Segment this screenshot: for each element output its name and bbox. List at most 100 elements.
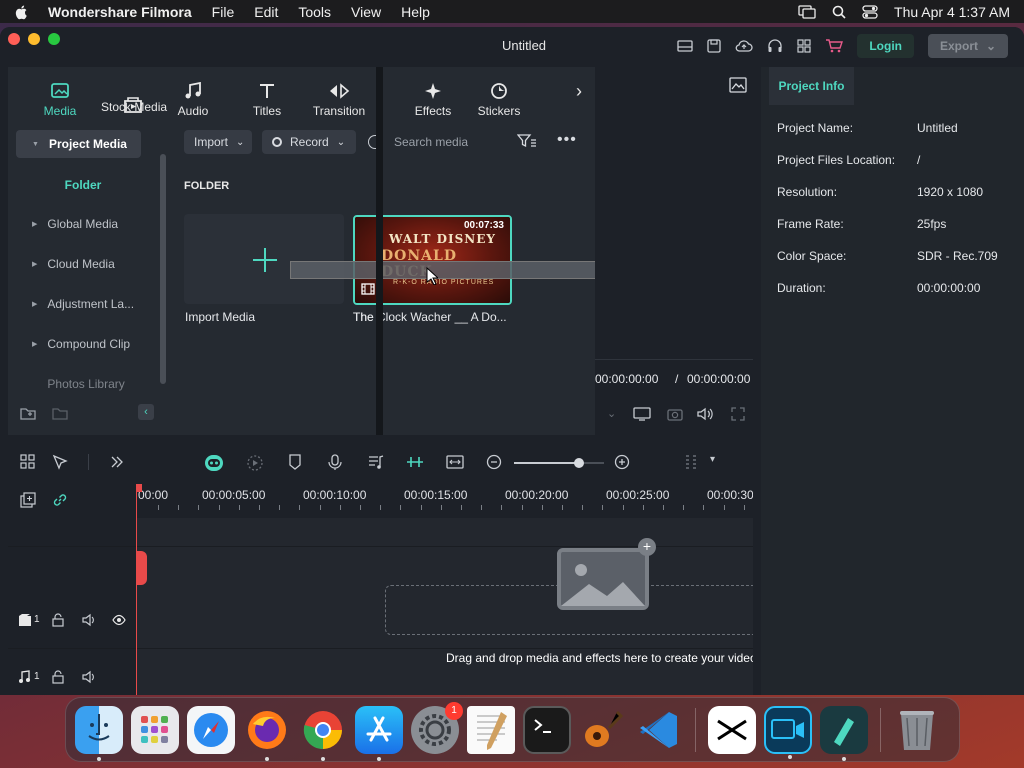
camera-icon[interactable]	[667, 407, 683, 421]
playhead-handle[interactable]	[136, 484, 142, 492]
sidebar-item-project-media[interactable]: ▼ Project Media	[16, 130, 141, 158]
dock-vscode[interactable]	[635, 706, 683, 754]
ai-robot-icon[interactable]	[204, 454, 224, 472]
grid-apps-icon[interactable]	[797, 39, 811, 53]
dock-safari[interactable]	[187, 705, 235, 754]
save-icon[interactable]	[707, 39, 721, 53]
sidebar-scrollbar[interactable]	[160, 154, 166, 384]
audio-list-icon[interactable]	[368, 454, 384, 470]
dock-textedit[interactable]	[467, 705, 515, 754]
guitar-icon	[585, 710, 624, 747]
tab-transition[interactable]: Transition	[302, 67, 376, 124]
textedit-icon	[477, 711, 507, 750]
tab-titles-label: Titles	[252, 104, 282, 118]
dock-system-settings[interactable]: 1	[411, 701, 463, 754]
chevron-down-icon[interactable]: ▾	[710, 454, 715, 465]
tab-project-info[interactable]: Project Info	[769, 67, 854, 105]
tab-audio[interactable]: Audio	[154, 67, 232, 124]
search-icon[interactable]	[368, 135, 376, 149]
auto-reframe-icon[interactable]	[246, 454, 264, 472]
sidebar-item-folder[interactable]: Folder	[8, 178, 158, 192]
dock-garageband[interactable]	[579, 706, 627, 754]
snap-icon[interactable]	[406, 454, 424, 470]
vscode-icon	[640, 711, 677, 748]
apple-icon[interactable]	[14, 4, 30, 20]
lock-icon[interactable]	[52, 613, 64, 627]
add-track-icon[interactable]	[20, 492, 36, 508]
record-dropdown[interactable]: Record ⌄	[262, 130, 356, 154]
collapse-sidebar-button[interactable]: ‹	[138, 404, 154, 420]
zoom-out-icon[interactable]	[486, 454, 502, 470]
headset-icon[interactable]	[767, 39, 783, 53]
menu-view[interactable]: View	[351, 4, 381, 20]
speaker-icon[interactable]	[82, 613, 96, 627]
timeline-ruler[interactable]: 00:00 00:00:05:00 00:00:10:00 00:00:15:0…	[8, 482, 753, 518]
info-label: Project Files Location:	[777, 153, 896, 167]
tab-media[interactable]: Media	[8, 67, 112, 124]
layout-grid-icon[interactable]	[20, 454, 36, 470]
playhead-grip[interactable]	[136, 551, 147, 585]
menu-tools[interactable]: Tools	[298, 4, 331, 20]
dock-terminal[interactable]	[523, 705, 571, 754]
tab-titles[interactable]: Titles	[232, 67, 302, 124]
layout-icon[interactable]	[677, 39, 693, 53]
tab-effects[interactable]: Effects	[397, 67, 469, 124]
dock-finder[interactable]	[75, 705, 123, 761]
dock-chrome[interactable]	[299, 706, 347, 761]
control-center-icon[interactable]	[862, 4, 878, 19]
cart-icon[interactable]	[825, 39, 844, 53]
display-icon[interactable]	[633, 407, 651, 421]
panel-divider[interactable]	[376, 67, 383, 435]
fit-timeline-icon[interactable]	[446, 454, 464, 470]
new-folder-icon[interactable]	[20, 406, 36, 420]
eye-icon[interactable]	[112, 614, 126, 626]
dock-screen-recorder[interactable]	[764, 705, 812, 759]
import-media-tile[interactable]	[184, 214, 344, 304]
login-button[interactable]: Login	[857, 34, 914, 58]
select-tool-icon[interactable]	[52, 454, 70, 470]
sidebar-item-cloud-media[interactable]: ▶ Cloud Media	[16, 250, 141, 278]
sidebar-item-compound-clip[interactable]: ▶ Compound Clip	[16, 330, 141, 358]
zoom-in-icon[interactable]	[614, 454, 630, 470]
tab-stickers[interactable]: Stickers	[463, 67, 535, 124]
sidebar-item-adjustment-layer[interactable]: ▶ Adjustment La...	[16, 290, 141, 318]
screen-mirroring-icon[interactable]	[798, 4, 816, 19]
zoom-slider-thumb[interactable]	[573, 458, 584, 468]
cloud-upload-icon[interactable]	[735, 39, 753, 53]
microphone-icon[interactable]	[328, 454, 342, 470]
volume-icon[interactable]	[697, 407, 715, 421]
menu-edit[interactable]: Edit	[254, 4, 278, 20]
double-chevron-right-icon[interactable]	[110, 454, 124, 470]
dock-trash[interactable]	[893, 706, 941, 754]
dock-capcut[interactable]	[708, 705, 756, 754]
more-options-icon[interactable]: •••	[557, 131, 577, 149]
folder-icon[interactable]	[52, 406, 68, 420]
filter-icon[interactable]	[517, 133, 537, 149]
image-preview-icon[interactable]	[729, 77, 747, 93]
export-button[interactable]: Export ⌄	[928, 34, 1008, 58]
app-name[interactable]: Wondershare Filmora	[48, 4, 192, 20]
menu-file[interactable]: File	[212, 4, 235, 20]
tab-stock-media[interactable]	[112, 67, 154, 124]
sidebar-item-global-media[interactable]: ▶ Global Media	[16, 210, 141, 238]
dock-launchpad[interactable]	[131, 705, 179, 754]
zoom-slider[interactable]	[514, 458, 604, 468]
sidebar-item-photos-library[interactable]: ▶Photos Library	[16, 370, 141, 398]
import-label: Import	[194, 135, 229, 149]
menu-help[interactable]: Help	[401, 4, 430, 20]
clock[interactable]: Thu Apr 4 1:37 AM	[894, 4, 1010, 20]
search-icon[interactable]	[832, 5, 846, 19]
dock-filmora[interactable]	[820, 705, 868, 761]
track-grid-icon[interactable]	[684, 454, 700, 472]
info-value: SDR - Rec.709	[917, 249, 998, 263]
import-dropdown[interactable]: Import ⌄	[184, 130, 252, 154]
tabs-next-button[interactable]: ›	[576, 81, 582, 102]
marker-icon[interactable]	[288, 454, 302, 470]
chevron-down-icon[interactable]: ⌄	[607, 407, 616, 420]
dock-firefox[interactable]	[243, 706, 291, 761]
link-icon[interactable]	[52, 492, 68, 508]
lock-icon[interactable]	[52, 670, 64, 684]
dock-app-store[interactable]	[355, 705, 403, 761]
fullscreen-icon[interactable]	[731, 407, 745, 421]
speaker-icon[interactable]	[82, 670, 96, 684]
